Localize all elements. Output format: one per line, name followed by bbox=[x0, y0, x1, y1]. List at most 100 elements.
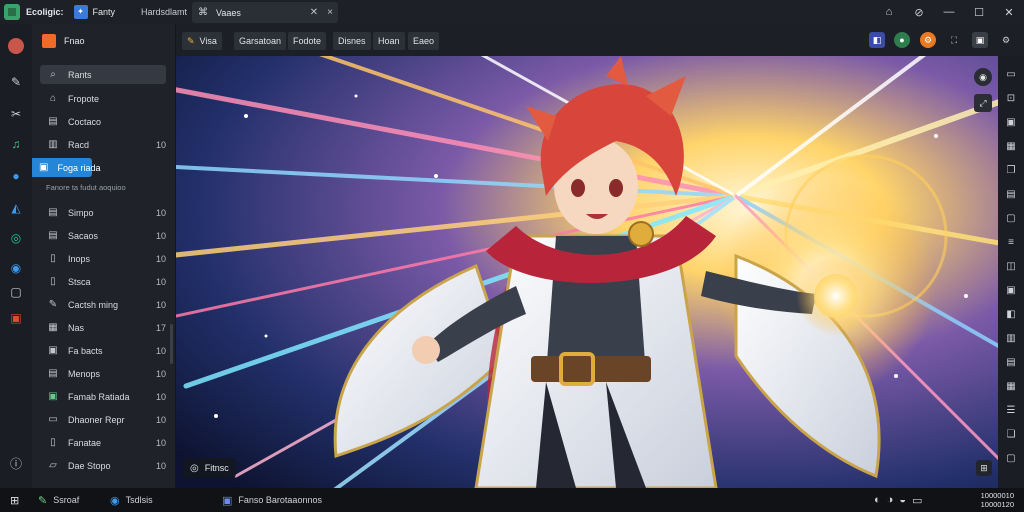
toolbar: ✎ Visa Garsatoan Fodote Disnes Hoan Eaeo… bbox=[176, 24, 1024, 56]
bookmark-icon[interactable]: ◧ bbox=[869, 32, 885, 48]
tray-icons: ◐ ◑ ◒ ▭ bbox=[874, 492, 928, 508]
document-tab[interactable]: ⌘ Vaaes ✕ × bbox=[192, 2, 338, 23]
left-rail: ✎ ✂ ♫ ● ◭ ◎ ◉ ▢ ▣ ⓘ bbox=[0, 24, 32, 488]
zoom-icon[interactable]: ◉ bbox=[974, 68, 992, 86]
toolbar-button-hoan[interactable]: Hoan bbox=[373, 32, 405, 50]
list-item[interactable]: ▭ Dhaoner Repr 10 bbox=[40, 410, 166, 429]
share-icon[interactable]: ⛶ bbox=[946, 32, 962, 48]
window-icon[interactable]: ▢ bbox=[1004, 452, 1018, 466]
search-icon: ⌕ bbox=[50, 69, 56, 80]
user-icon[interactable]: ● bbox=[894, 32, 910, 48]
brush-icon[interactable]: ✎ bbox=[8, 74, 24, 90]
maximize-button[interactable]: ☐ bbox=[964, 6, 994, 19]
app-switcher[interactable]: ✦ Fanty bbox=[73, 5, 115, 19]
list-item[interactable]: ✎ Cactsh ming 10 bbox=[40, 295, 166, 314]
sidebar-header[interactable]: Fnao bbox=[42, 34, 85, 48]
sidebar-item-foga-riada[interactable]: ▣ Foga riada bbox=[32, 158, 100, 177]
list-item[interactable]: ▣ Fa bacts 10 bbox=[40, 341, 166, 360]
crop-icon[interactable]: ⊡ bbox=[1004, 92, 1018, 106]
list-item[interactable]: ▦ Nas 17 bbox=[40, 318, 166, 337]
frame-icon[interactable]: ▢ bbox=[1004, 212, 1018, 226]
stack-icon[interactable]: ❏ bbox=[1004, 428, 1018, 442]
monitor-icon[interactable]: ▭ bbox=[1004, 68, 1018, 82]
taskbar-item-2[interactable]: ◉ Tsdlsis bbox=[110, 492, 153, 508]
tile-icon[interactable]: ▦ bbox=[1004, 380, 1018, 394]
filename-chip[interactable]: ◎ Fitnsc bbox=[183, 458, 236, 478]
start-button[interactable]: ⊞ bbox=[10, 492, 25, 508]
fit-screen-icon[interactable]: ⊞ bbox=[976, 460, 992, 476]
image-viewer-icon: ▣ bbox=[222, 494, 233, 507]
chart-icon[interactable]: ◭ bbox=[8, 200, 24, 216]
list-item[interactable]: ▤ Simpo 10 bbox=[40, 203, 166, 222]
wifi-icon[interactable]: ◒ bbox=[899, 494, 906, 506]
sliders-icon[interactable]: ≡ bbox=[1004, 236, 1018, 250]
toolbar-button-eaeo[interactable]: Eaeo bbox=[408, 32, 440, 50]
sidebar-item-racd[interactable]: ▥ Racd 10 bbox=[40, 135, 166, 154]
picture-icon: ▣ bbox=[48, 391, 58, 402]
tab-close-icon[interactable]: ✕ bbox=[306, 7, 322, 18]
sidebar-item-coctaco[interactable]: ▤ Coctaco bbox=[40, 112, 166, 131]
grid-icon[interactable]: ▦ bbox=[1004, 140, 1018, 154]
music-icon[interactable]: ♫ bbox=[8, 136, 24, 152]
toolbar-button-disnes[interactable]: Disnes bbox=[333, 32, 371, 50]
taskbar-item-1[interactable]: ✎ Ssroaf bbox=[38, 492, 79, 508]
list-item-count: 10 bbox=[155, 299, 166, 310]
window-icon[interactable]: ▢ bbox=[8, 284, 24, 300]
list-item[interactable]: ▤ Menops 10 bbox=[40, 364, 166, 383]
minimize-button[interactable]: — bbox=[934, 6, 964, 18]
network-icon[interactable]: ◐ bbox=[874, 494, 881, 506]
clock-date: 10000120 bbox=[980, 500, 1014, 509]
toolbar-button-fodote[interactable]: Fodote bbox=[288, 32, 327, 50]
photo-icon[interactable]: ▣ bbox=[8, 310, 24, 326]
image-viewer[interactable]: ◉ ⤢ ◎ Fitnsc ⊞ bbox=[176, 56, 998, 488]
layers-icon[interactable]: ▤ bbox=[1004, 188, 1018, 202]
clock-time: 10000010 bbox=[980, 491, 1014, 500]
toolbar-button-visa[interactable]: ✎ Visa bbox=[182, 32, 222, 50]
speech-icon[interactable]: ▣ bbox=[1004, 116, 1018, 130]
gallery-icon[interactable]: ▣ bbox=[972, 32, 988, 48]
list-item[interactable]: ▤ Sacaos 10 bbox=[40, 226, 166, 245]
tag-icon: ⌂ bbox=[49, 93, 57, 104]
list-item-label: Fanatae bbox=[68, 437, 102, 448]
avatar[interactable] bbox=[8, 38, 24, 54]
image-icon: ▣ bbox=[39, 162, 49, 173]
volume-icon[interactable]: ◑ bbox=[887, 494, 894, 506]
close-button[interactable]: ✕ bbox=[994, 6, 1024, 19]
list-item-label: Inops bbox=[68, 253, 91, 264]
sidebar-title: Fnao bbox=[64, 36, 85, 46]
list-item[interactable]: ▱ Dae Stopo 10 bbox=[40, 456, 166, 475]
clock-icon[interactable]: ◉ bbox=[8, 260, 24, 276]
list-icon[interactable]: ☰ bbox=[1004, 404, 1018, 418]
rows-icon[interactable]: ▥ bbox=[1004, 332, 1018, 346]
list-item[interactable]: ▯ Inops 10 bbox=[40, 249, 166, 268]
list-item[interactable]: ▯ Stsca 10 bbox=[40, 272, 166, 291]
sidebar-scrollbar[interactable] bbox=[170, 324, 173, 364]
image-icon[interactable]: ▤ bbox=[1004, 356, 1018, 370]
home-icon[interactable]: ⌂ bbox=[874, 6, 904, 18]
globe-icon[interactable]: ● bbox=[8, 168, 24, 184]
sidebar-search[interactable]: ⌕ Rants bbox=[40, 65, 166, 84]
columns-icon[interactable]: ◧ bbox=[1004, 308, 1018, 322]
list-item[interactable]: ▣ Famab Ratiada 10 bbox=[40, 387, 166, 406]
info-icon[interactable]: ⓘ bbox=[8, 456, 24, 472]
copy-icon[interactable]: ❐ bbox=[1004, 164, 1018, 178]
battery-icon[interactable]: ▭ bbox=[912, 494, 922, 507]
toolbar-button-garsatoan[interactable]: Garsatoan bbox=[234, 32, 287, 50]
toolbar-button-label: Visa bbox=[199, 36, 217, 46]
box-icon[interactable]: ▣ bbox=[1004, 284, 1018, 298]
search-icon[interactable]: ⊘ bbox=[904, 6, 934, 19]
settings-icon[interactable]: ⚙ bbox=[920, 32, 936, 48]
map-icon[interactable]: ◎ bbox=[8, 230, 24, 246]
list-item-count: 10 bbox=[155, 276, 166, 287]
clock[interactable]: 10000010 10000120 bbox=[981, 491, 1014, 509]
folder-icon: ▤ bbox=[48, 116, 58, 127]
menu-item[interactable]: Hardsdlamt bbox=[141, 7, 187, 17]
list-item[interactable]: ▯ Fanatae 10 bbox=[40, 433, 166, 452]
tools-icon[interactable]: ✂ bbox=[8, 106, 24, 122]
tab-more-icon[interactable]: × bbox=[322, 7, 338, 18]
panel-icon[interactable]: ◫ bbox=[1004, 260, 1018, 274]
sidebar-item-fropote[interactable]: ⌂ Fropote bbox=[40, 89, 166, 108]
taskbar-item-3[interactable]: ▣ Fanso Barotaaonnos bbox=[222, 492, 322, 508]
settings-gear-icon[interactable]: ⚙ bbox=[998, 32, 1014, 48]
expand-icon[interactable]: ⤢ bbox=[974, 94, 992, 112]
